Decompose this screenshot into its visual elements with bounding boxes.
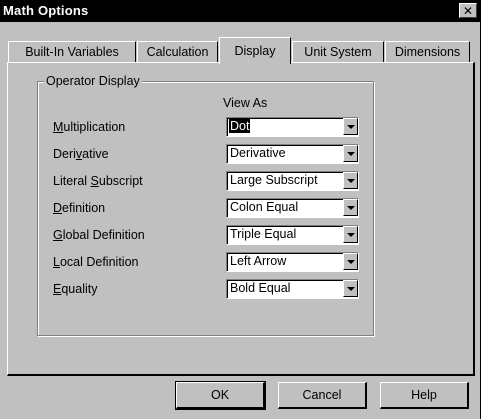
chevron-down-icon[interactable] (343, 199, 358, 216)
ok-label: OK (210, 388, 230, 402)
literal-subscript-select[interactable]: Large Subscript (226, 171, 359, 191)
chevron-down-icon[interactable] (343, 280, 358, 297)
global-definition-value: Triple Equal (230, 227, 297, 241)
chevron-down-icon[interactable] (343, 118, 358, 135)
label-literal-subscript: Literal Subscript (53, 174, 143, 188)
global-definition-select[interactable]: Triple Equal (226, 225, 359, 245)
tab-calculation[interactable]: Calculation (137, 41, 218, 62)
label-definition: Definition (53, 201, 106, 215)
ok-button[interactable]: OK (175, 381, 266, 410)
literal-subscript-value: Large Subscript (230, 173, 318, 187)
definition-value: Colon Equal (230, 200, 299, 214)
help-button[interactable]: Help (380, 382, 469, 409)
label-multiplication: Multiplication (53, 120, 126, 134)
cancel-label: Cancel (302, 388, 342, 402)
display-tab-panel: Operator Display View As Multiplication … (7, 62, 475, 376)
tab-label: Display (234, 44, 276, 58)
tab-label: Calculation (146, 45, 209, 59)
chevron-down-icon[interactable] (343, 226, 358, 243)
tab-unit-system[interactable]: Unit System (292, 41, 384, 62)
help-label: Help (411, 388, 437, 402)
equality-value: Bold Equal (230, 281, 291, 295)
chevron-down-icon[interactable] (343, 253, 358, 270)
tab-label: Dimensions (394, 45, 461, 59)
tab-label: Built-In Variables (25, 45, 119, 59)
chevron-down-icon[interactable] (343, 145, 358, 162)
tab-label: Unit System (304, 45, 372, 59)
chevron-down-icon[interactable] (343, 172, 358, 189)
tab-display[interactable]: Display (219, 37, 291, 64)
label-equality: Equality (53, 282, 98, 296)
view-as-header: View As (223, 96, 268, 110)
local-definition-select[interactable]: Left Arrow (226, 252, 359, 272)
close-icon: ✕ (462, 3, 474, 18)
multiplication-select[interactable]: Dot (226, 117, 359, 137)
tab-built-in-variables[interactable]: Built-In Variables (8, 41, 136, 62)
label-global-definition: Global Definition (53, 228, 145, 242)
operator-display-group: Operator Display View As Multiplication … (37, 74, 374, 336)
definition-select[interactable]: Colon Equal (226, 198, 359, 218)
group-legend: Operator Display (44, 74, 142, 88)
derivative-value: Derivative (230, 146, 286, 160)
derivative-select[interactable]: Derivative (226, 144, 359, 164)
label-local-definition: Local Definition (53, 255, 139, 269)
cancel-button[interactable]: Cancel (278, 382, 367, 409)
multiplication-value: Dot (229, 119, 251, 133)
close-button[interactable]: ✕ (459, 3, 477, 18)
local-definition-value: Left Arrow (230, 254, 287, 268)
tab-dimensions[interactable]: Dimensions (385, 41, 470, 62)
dialog-title: Math Options (3, 3, 89, 18)
label-derivative: Derivative (53, 147, 109, 161)
math-options-dialog: Math Options ✕ Built-In Variables Calcul… (0, 0, 481, 419)
title-bar[interactable]: Math Options ✕ (0, 0, 480, 22)
equality-select[interactable]: Bold Equal (226, 279, 359, 299)
